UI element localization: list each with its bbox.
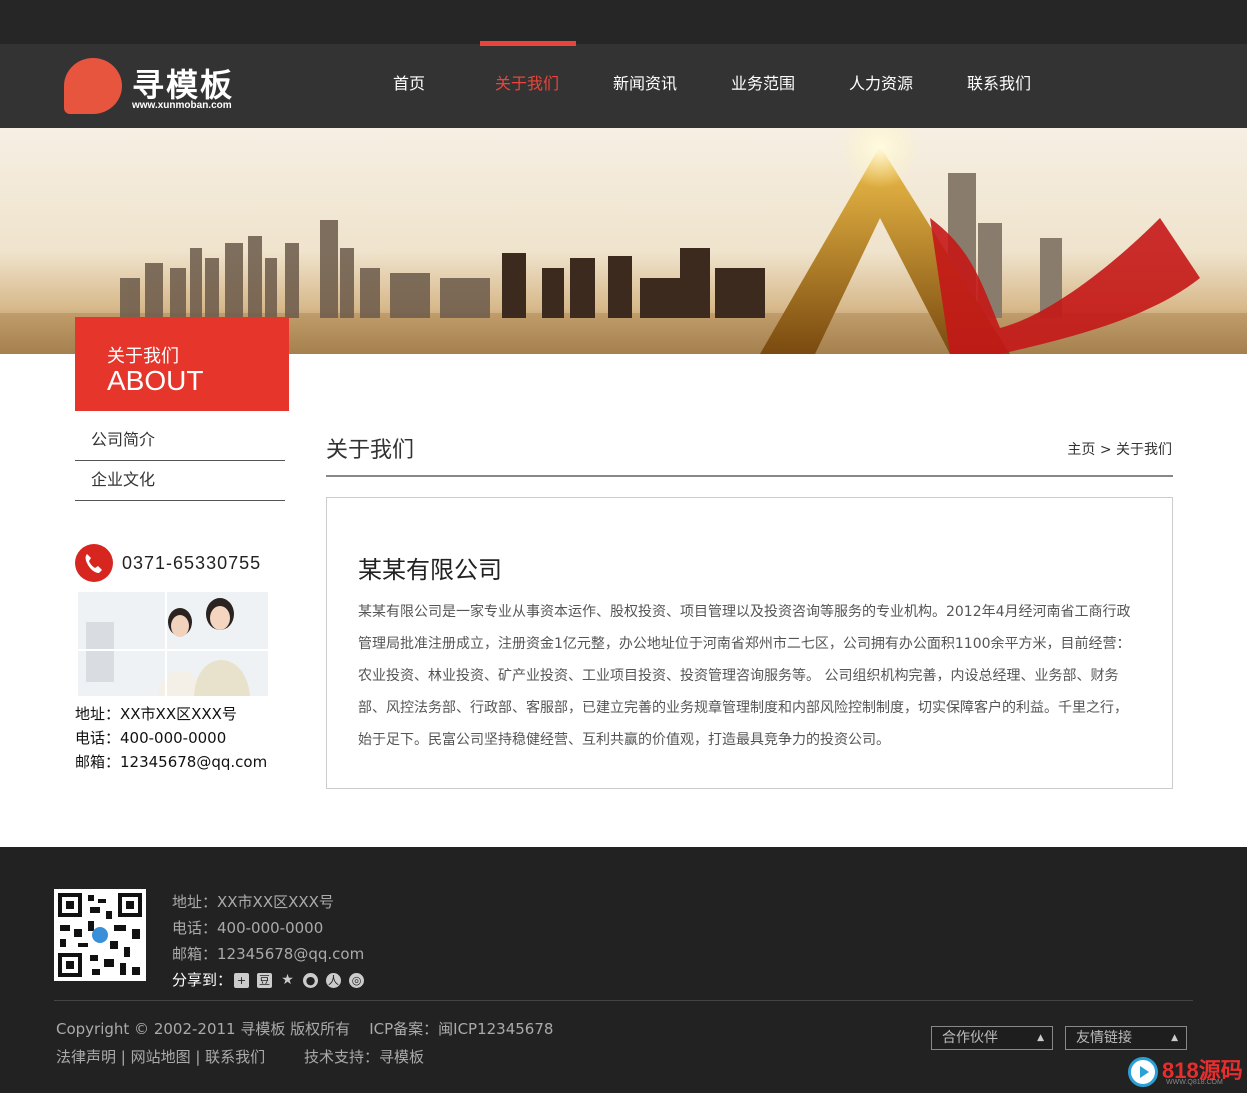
nav-item-news[interactable]: 新闻资讯 [586,44,704,128]
breadcrumb-home[interactable]: 主页 [1067,442,1095,458]
friend-links-select-label: 友情链接 [1076,1030,1132,1046]
sidebar-item-company-intro[interactable]: 公司简介 [75,421,285,461]
caret-up-icon: ▲ [1037,1033,1044,1043]
share-douban-icon[interactable]: 豆 [257,972,273,988]
about-header-box: 关于我们 ABOUT [75,317,289,411]
footer-divider [54,1000,1193,1001]
title-divider [326,475,1173,477]
partners-select[interactable]: 合作伙伴 ▲ [931,1026,1053,1050]
share-label: 分享到： [172,971,233,989]
partners-select-label: 合作伙伴 [942,1030,998,1046]
nav-item-contact[interactable]: 联系我们 [940,44,1058,128]
breadcrumb-current[interactable]: 关于我们 [1116,442,1172,458]
hotline: 0371-65330755 [75,543,261,583]
about-title-en: ABOUT [107,365,204,396]
copyright-text: Copyright © 2002-2011 寻模板 版权所有 ICP备案：闽IC… [56,1020,554,1038]
share-renren-icon[interactable]: 人 [326,972,342,988]
nav-item-about[interactable]: 关于我们 [468,41,586,128]
footer: 地址：XX市XX区XXX号 电话：400-000-0000 邮箱：1234567… [0,847,1247,1093]
caret-up-icon: ▲ [1171,1033,1178,1043]
sidebar-address: 地址：XX市XX区XXX号 [75,705,237,723]
nav-item-home[interactable]: 首页 [350,44,468,128]
sidebar-item-culture[interactable]: 企业文化 [75,461,285,501]
footer-address: 地址：XX市XX区XXX号 [172,893,334,911]
content-panel: 某某有限公司 某某有限公司是一家专业从事资本运作、股权投资、项目管理以及投资咨询… [326,497,1173,789]
watermark-sub: WWW.Q818.COM [1166,1079,1223,1086]
page-title: 关于我们 [326,438,415,463]
share-weibo-icon[interactable]: ● [303,972,319,988]
play-icon [1128,1057,1158,1087]
share-star-icon[interactable]: ★ [280,972,295,988]
share-row: 分享到： + 豆 ★ ● 人 ◎ [172,967,365,993]
hotline-number: 0371-65330755 [122,552,262,573]
nav-item-business[interactable]: 业务范围 [704,44,822,128]
company-description: 某某有限公司是一家专业从事资本运作、股权投资、项目管理以及投资咨询等服务的专业机… [358,604,1131,748]
share-qzone-icon[interactable]: ◎ [349,972,365,988]
logo-mark [64,58,122,114]
footer-contact: 地址：XX市XX区XXX号 电话：400-000-0000 邮箱：1234567… [172,889,364,993]
company-name: 某某有限公司 [358,556,502,584]
logo[interactable]: 寻模板 www.xunmoban.com [64,58,264,118]
footer-copyright-block: Copyright © 2002-2011 寻模板 版权所有 ICP备案：闽IC… [56,1015,553,1071]
breadcrumb: 主页 > 关于我们 [1067,439,1172,459]
friend-links-select[interactable]: 友情链接 ▲ [1065,1026,1187,1050]
header: 寻模板 www.xunmoban.com 首页 关于我们 新闻资讯 业务范围 人… [0,41,1247,128]
footer-links[interactable]: 法律声明 | 网站地图 | 联系我们 [56,1048,265,1066]
main-nav: 首页 关于我们 新闻资讯 业务范围 人力资源 联系我们 [350,41,1058,128]
share-plus-icon[interactable]: + [234,972,250,988]
tech-support: 技术支持：寻模板 [303,1048,424,1066]
sidebar-tel: 电话：400-000-0000 [75,729,227,747]
customer-service-image [78,592,268,696]
phone-icon [75,544,113,582]
sidebar-contact: 地址：XX市XX区XXX号 电话：400-000-0000 邮箱：1234567… [75,702,267,774]
logo-url: www.xunmoban.com [132,100,232,111]
footer-email: 邮箱：12345678@qq.com [172,945,365,963]
sidebar-email: 邮箱：12345678@qq.com [75,753,268,771]
top-bar [0,0,1247,44]
footer-tel: 电话：400-000-0000 [172,919,324,937]
qr-code [54,889,146,981]
nav-item-hr[interactable]: 人力资源 [822,44,940,128]
watermark-logo: 818源码 WWW.Q818.COM [1128,1055,1243,1089]
sidebar-menu: 公司简介 企业文化 [75,421,285,501]
breadcrumb-separator: > [1099,442,1112,458]
